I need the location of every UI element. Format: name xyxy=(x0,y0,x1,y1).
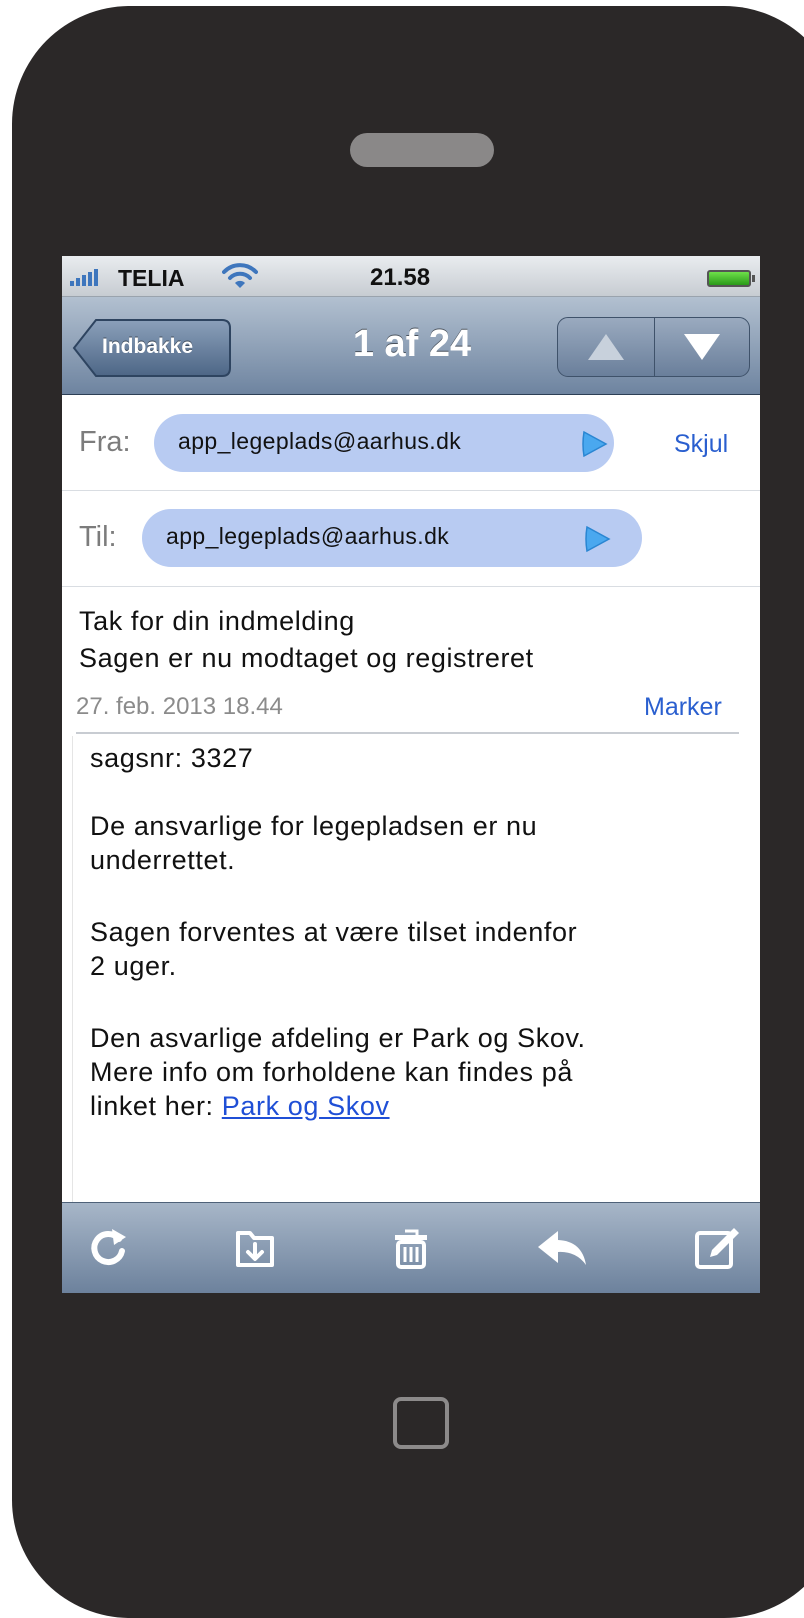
previous-message-button[interactable] xyxy=(558,318,655,376)
mark-link[interactable]: Marker xyxy=(644,693,722,722)
message-date: 27. feb. 2013 18.44 xyxy=(76,693,283,720)
next-message-button[interactable] xyxy=(654,318,749,376)
from-row: Fra: app_legeplads@aarhus.dk Skjul xyxy=(62,395,760,491)
to-row: Til: app_legeplads@aarhus.dk xyxy=(62,491,760,587)
paragraph-1-line-2: underrettet. xyxy=(90,845,236,875)
refresh-icon[interactable] xyxy=(86,1225,132,1271)
navigation-bar: Indbakke 1 af 24 xyxy=(62,297,760,395)
speaker-grille xyxy=(350,133,494,167)
signal-bars-icon xyxy=(70,268,98,286)
battery-icon xyxy=(707,270,755,287)
from-label: Fra: xyxy=(79,426,131,458)
paragraph-3-line-2: Mere info om forholdene kan findes på xyxy=(90,1057,573,1087)
link-prefix: linket her: xyxy=(90,1091,222,1121)
disclosure-arrow-icon xyxy=(582,430,608,458)
sender-address-bubble[interactable]: app_legeplads@aarhus.dk xyxy=(154,414,614,472)
bottom-toolbar xyxy=(62,1202,760,1293)
carrier-name: TELIA xyxy=(118,265,185,291)
to-label: Til: xyxy=(79,521,117,553)
recipient-address: app_legeplads@aarhus.dk xyxy=(166,523,450,549)
status-bar: TELIA 21.58 xyxy=(62,256,760,297)
sender-address: app_legeplads@aarhus.dk xyxy=(178,428,462,454)
paragraph-3-line-1: Den asvarlige afdeling er Park og Skov. xyxy=(90,1023,586,1053)
home-button[interactable] xyxy=(393,1397,449,1449)
paragraph-2-line-1: Sagen forventes at være tilset indenfor xyxy=(90,917,578,947)
park-og-skov-link[interactable]: Park og Skov xyxy=(222,1091,390,1121)
recipient-address-bubble[interactable]: app_legeplads@aarhus.dk xyxy=(142,509,642,567)
inbox-back-button[interactable]: Indbakke xyxy=(72,318,232,378)
message-position-title: 1 af 24 xyxy=(352,323,472,365)
subject-line-1: Tak for din indmelding xyxy=(79,606,355,636)
status-time: 21.58 xyxy=(370,264,431,291)
up-arrow-icon xyxy=(588,334,624,360)
message-body: sagsnr: 3327 De ansvarlige for legeplads… xyxy=(72,736,751,1202)
case-number: sagsnr: 3327 xyxy=(90,743,254,773)
hide-details-link[interactable]: Skjul xyxy=(674,430,728,459)
message-navigation-control xyxy=(557,317,750,377)
paragraph-2-line-2: 2 uger. xyxy=(90,951,177,981)
disclosure-arrow-icon xyxy=(585,525,611,553)
phone-screen: TELIA 21.58 Indbakke 1 af 24 Fra: app_le… xyxy=(62,256,760,1293)
wifi-icon xyxy=(222,263,258,288)
subject-line-2: Sagen er nu modtaget og registreret xyxy=(79,643,534,673)
down-arrow-icon xyxy=(684,334,720,360)
move-folder-icon[interactable] xyxy=(232,1225,278,1271)
trash-icon[interactable] xyxy=(388,1225,434,1271)
back-button-label: Indbakke xyxy=(102,335,194,358)
paragraph-1-line-1: De ansvarlige for legepladsen er nu xyxy=(90,811,538,841)
subject-block: Tak for din indmelding Sagen er nu modta… xyxy=(62,587,760,735)
reply-icon[interactable] xyxy=(534,1225,590,1271)
paragraph-3-line-3: linket her: Park og Skov xyxy=(90,1090,390,1122)
compose-icon[interactable] xyxy=(694,1225,742,1271)
divider xyxy=(76,732,739,734)
